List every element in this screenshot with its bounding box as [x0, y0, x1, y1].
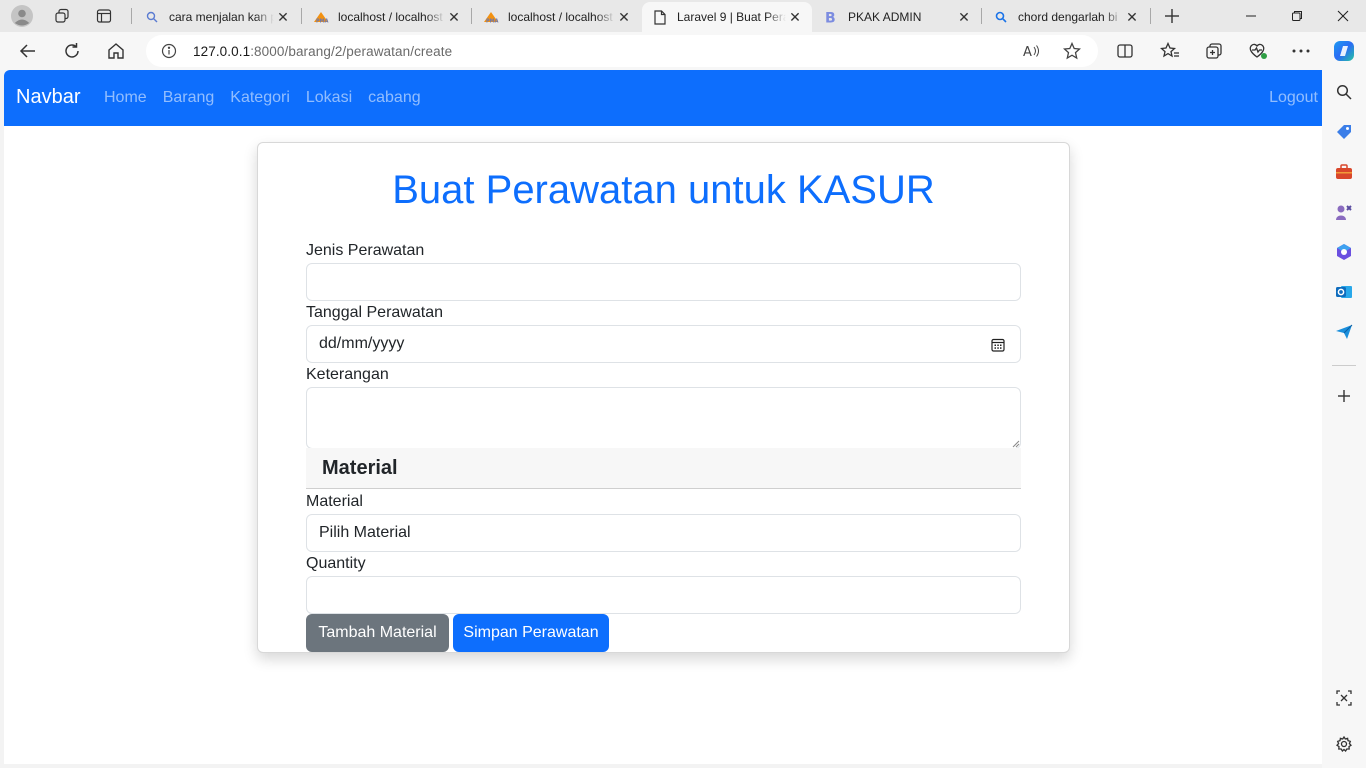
- material-section-header: Material: [306, 448, 1021, 489]
- simpan-perawatan-button[interactable]: Simpan Perawatan: [453, 614, 609, 652]
- url-host: 127.0.0.1: [193, 44, 251, 59]
- close-tab-icon[interactable]: ✕: [274, 8, 292, 26]
- svg-text:PMA: PMA: [316, 19, 329, 25]
- nav-link-kategori[interactable]: Kategori: [230, 89, 290, 107]
- page-viewport: Navbar Home Barang Kategori Lokasi caban…: [4, 70, 1322, 764]
- new-tab-icon[interactable]: [1158, 4, 1186, 28]
- browser-essentials-icon[interactable]: [1242, 36, 1274, 66]
- home-icon[interactable]: [100, 36, 132, 66]
- address-bar[interactable]: 127.0.0.1:8000/barang/2/perawatan/create…: [146, 35, 1098, 67]
- tab-strip: cara menjalan kan p ✕ PMA localhost / lo…: [0, 0, 1366, 32]
- tab-title: localhost / localhost: [508, 10, 613, 24]
- minimize-icon[interactable]: [1228, 0, 1274, 32]
- workspaces-icon[interactable]: [48, 4, 76, 28]
- keterangan-textarea[interactable]: [306, 387, 1021, 449]
- close-tab-icon[interactable]: ✕: [445, 8, 463, 26]
- nav-link-home[interactable]: Home: [104, 89, 147, 107]
- calendar-icon[interactable]: [990, 337, 1006, 353]
- resize-grip-icon[interactable]: [1012, 440, 1020, 448]
- phpmyadmin-icon: PMA: [313, 9, 329, 25]
- bootstrap-icon: B: [823, 9, 839, 25]
- navbar-brand[interactable]: Navbar: [16, 86, 80, 109]
- perawatan-form-card: Buat Perawatan untuk KASUR Jenis Perawat…: [257, 142, 1070, 653]
- close-tab-icon[interactable]: ✕: [786, 8, 804, 26]
- close-tab-icon[interactable]: ✕: [615, 8, 633, 26]
- browser-tab-phpmyadmin-2[interactable]: PMA localhost / localhost ✕: [473, 2, 641, 32]
- profile-icon[interactable]: [8, 4, 36, 28]
- tools-icon[interactable]: [1334, 162, 1354, 182]
- url-path: :8000/barang/2/perawatan/create: [250, 44, 453, 59]
- restore-icon[interactable]: [1274, 0, 1320, 32]
- jenis-perawatan-input[interactable]: [306, 263, 1021, 301]
- nav-link-lokasi[interactable]: Lokasi: [306, 89, 352, 107]
- browser-tab-phpmyadmin-1[interactable]: PMA localhost / localhost ✕: [303, 2, 471, 32]
- nav-link-barang[interactable]: Barang: [163, 89, 215, 107]
- send-icon[interactable]: [1334, 322, 1354, 342]
- tanggal-perawatan-input[interactable]: dd/mm/yyyy: [306, 325, 1021, 363]
- keterangan-label: Keterangan: [306, 366, 389, 383]
- nav-link-cabang[interactable]: cabang: [368, 89, 421, 107]
- outlook-icon[interactable]: [1334, 282, 1354, 302]
- browser-tab-search-2[interactable]: chord dengarlah bi ✕: [983, 2, 1149, 32]
- add-sidebar-app-icon[interactable]: [1334, 386, 1354, 406]
- top-navbar: Navbar Home Barang Kategori Lokasi caban…: [4, 70, 1322, 126]
- close-tab-icon[interactable]: ✕: [955, 8, 973, 26]
- tab-title: PKAK ADMIN: [848, 10, 922, 24]
- nav-links: Home Barang Kategori Lokasi cabang: [104, 89, 437, 107]
- tab-title: cara menjalan kan p: [169, 10, 274, 24]
- browser-tab-search-1[interactable]: cara menjalan kan p ✕: [134, 2, 300, 32]
- close-window-icon[interactable]: [1320, 0, 1366, 32]
- material-label: Material: [306, 493, 363, 510]
- microsoft365-icon[interactable]: [1334, 242, 1354, 262]
- svg-text:B: B: [825, 11, 836, 25]
- svg-text:A: A: [1023, 45, 1032, 59]
- svg-text:PMA: PMA: [486, 19, 499, 25]
- split-screen-icon[interactable]: [1109, 36, 1141, 66]
- browser-toolbar: 127.0.0.1:8000/barang/2/perawatan/create…: [0, 32, 1366, 70]
- games-icon[interactable]: [1334, 202, 1354, 222]
- browser-tab-active[interactable]: Laravel 9 | Buat Pera ✕: [642, 2, 812, 32]
- tab-actions-icon[interactable]: [90, 4, 118, 28]
- search-icon[interactable]: [1334, 82, 1354, 102]
- page-icon: [652, 9, 668, 25]
- read-aloud-icon[interactable]: A: [1016, 36, 1048, 66]
- screenshot-icon[interactable]: [1334, 688, 1354, 708]
- sidebar-settings-icon[interactable]: [1334, 734, 1354, 754]
- tab-title: Laravel 9 | Buat Pera: [677, 10, 786, 24]
- tab-title: localhost / localhost: [338, 10, 443, 24]
- jenis-perawatan-label: Jenis Perawatan: [306, 242, 425, 259]
- sidebar-divider: [1332, 365, 1356, 366]
- date-placeholder: dd/mm/yyyy: [319, 335, 405, 352]
- url-text[interactable]: 127.0.0.1:8000/barang/2/perawatan/create: [193, 44, 452, 59]
- site-info-icon[interactable]: [160, 42, 178, 60]
- material-select[interactable]: Pilih Material: [306, 514, 1021, 552]
- logout-link[interactable]: Logout: [1269, 89, 1318, 107]
- phpmyadmin-icon: PMA: [483, 9, 499, 25]
- copilot-icon[interactable]: [1328, 36, 1360, 66]
- search-icon: [144, 9, 160, 25]
- edge-sidebar: [1322, 70, 1366, 768]
- reload-icon[interactable]: [56, 36, 88, 66]
- collections-icon[interactable]: [1198, 36, 1230, 66]
- quantity-input[interactable]: [306, 576, 1021, 614]
- tab-title: chord dengarlah bi: [1018, 10, 1118, 24]
- search-icon: [993, 9, 1009, 25]
- favorites-icon[interactable]: [1154, 36, 1186, 66]
- tambah-material-button[interactable]: Tambah Material: [306, 614, 449, 652]
- browser-tab-pkak-admin[interactable]: B PKAK ADMIN ✕: [813, 2, 981, 32]
- page-title: Buat Perawatan untuk KASUR: [392, 168, 935, 212]
- shopping-tag-icon[interactable]: [1334, 122, 1354, 142]
- more-options-icon[interactable]: [1285, 36, 1317, 66]
- favorite-star-icon[interactable]: [1056, 36, 1088, 66]
- tanggal-perawatan-label: Tanggal Perawatan: [306, 304, 443, 321]
- close-tab-icon[interactable]: ✕: [1123, 8, 1141, 26]
- quantity-label: Quantity: [306, 555, 366, 572]
- back-icon[interactable]: [12, 36, 44, 66]
